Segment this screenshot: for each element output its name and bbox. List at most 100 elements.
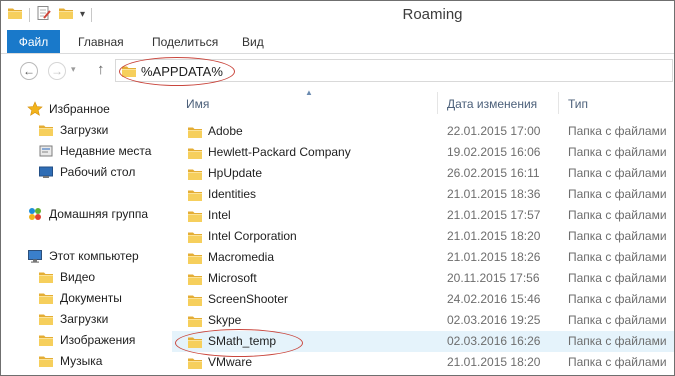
nav-videos-label: Видео xyxy=(60,270,96,284)
documents-folder-icon xyxy=(38,290,54,306)
file-row[interactable]: Intel Corporation 21.01.2015 18:20 Папка… xyxy=(172,226,674,247)
file-type: Папка с файлами xyxy=(568,124,667,138)
nav-desktop[interactable]: Рабочий стол xyxy=(38,162,135,182)
file-name: Microsoft xyxy=(208,271,257,285)
file-name: Intel Corporation xyxy=(208,229,297,243)
file-type: Папка с файлами xyxy=(568,187,667,201)
music-folder-icon xyxy=(38,353,54,369)
nav-videos[interactable]: Видео xyxy=(38,267,95,287)
folder-icon xyxy=(187,187,203,203)
file-row[interactable]: Hewlett-Packard Company 19.02.2015 16:06… xyxy=(172,142,674,163)
nav-documents-label: Документы xyxy=(60,291,122,305)
folder-icon xyxy=(187,124,203,140)
file-date: 22.01.2015 17:00 xyxy=(447,124,541,138)
nav-music[interactable]: Музыка xyxy=(38,351,102,371)
downloads-folder-icon xyxy=(38,122,54,138)
file-date: 21.01.2015 18:26 xyxy=(447,250,541,264)
videos-folder-icon xyxy=(38,269,54,285)
address-input[interactable]: %APPDATA% xyxy=(141,64,223,79)
file-type: Папка с файлами xyxy=(568,313,667,327)
window-title: Roaming xyxy=(402,6,463,23)
file-date: 26.02.2015 16:11 xyxy=(447,166,540,180)
up-button[interactable]: ↑ xyxy=(97,61,105,78)
file-type: Папка с файлами xyxy=(568,250,667,264)
downloads-folder-icon xyxy=(38,311,54,327)
file-name: Identities xyxy=(208,187,257,201)
tab-view[interactable]: Вид xyxy=(242,35,264,49)
file-name: Macromedia xyxy=(208,250,275,264)
folder-icon xyxy=(187,229,203,245)
file-name: ScreenShooter xyxy=(208,292,289,306)
folder-icon xyxy=(187,355,203,371)
tab-home[interactable]: Главная xyxy=(78,35,124,49)
file-row[interactable]: VMware 21.01.2015 18:20 Папка с файлами xyxy=(172,352,674,373)
file-row[interactable]: Identities 21.01.2015 18:36 Папка с файл… xyxy=(172,184,674,205)
file-name: SMath_temp xyxy=(208,334,277,348)
file-type: Папка с файлами xyxy=(568,292,667,306)
file-row[interactable]: HpUpdate 26.02.2015 16:11 Папка с файлам… xyxy=(172,163,674,184)
nav-favorites-label: Избранное xyxy=(49,102,110,116)
file-date: 21.01.2015 18:20 xyxy=(447,229,541,243)
file-date: 21.01.2015 18:36 xyxy=(447,187,541,201)
folder-icon xyxy=(187,292,203,308)
file-name: VMware xyxy=(208,355,253,369)
file-row[interactable]: Skype 02.03.2016 19:25 Папка с файлами xyxy=(172,310,674,331)
column-header-date[interactable]: Дата изменения xyxy=(447,97,537,111)
nav-pc-downloads[interactable]: Загрузки xyxy=(38,309,108,329)
column-header-type[interactable]: Тип xyxy=(568,97,588,111)
file-row[interactable]: Adobe 22.01.2015 17:00 Папка с файлами xyxy=(172,121,674,142)
folder-icon xyxy=(187,145,203,161)
ribbon-tabs: Файл Главная Поделиться Вид xyxy=(1,27,674,54)
file-row[interactable]: ScreenShooter 24.02.2016 15:46 Папка с ф… xyxy=(172,289,674,310)
column-divider[interactable] xyxy=(558,92,559,114)
address-bar[interactable]: %APPDATA% xyxy=(115,59,673,82)
file-date: 24.02.2016 15:46 xyxy=(447,292,541,306)
tab-share[interactable]: Поделиться xyxy=(152,35,218,49)
folder-icon xyxy=(187,166,203,182)
back-button[interactable]: ← xyxy=(20,62,38,80)
computer-icon xyxy=(27,248,43,264)
nav-recent-places-label: Недавние места xyxy=(60,144,152,158)
nav-this-pc-label: Этот компьютер xyxy=(49,249,139,263)
file-date: 02.03.2016 19:25 xyxy=(447,313,541,327)
recent-locations-icon[interactable]: ▾ xyxy=(71,64,76,75)
nav-pc-downloads-label: Загрузки xyxy=(60,312,109,326)
file-type: Папка с файлами xyxy=(568,355,667,369)
forward-button[interactable]: → xyxy=(48,62,66,80)
folder-icon xyxy=(187,208,203,224)
file-name: HpUpdate xyxy=(208,166,263,180)
column-divider[interactable] xyxy=(437,92,438,114)
file-row[interactable]: Microsoft 20.11.2015 17:56 Папка с файла… xyxy=(172,268,674,289)
file-type: Папка с файлами xyxy=(568,145,667,159)
file-row[interactable]: Macromedia 21.01.2015 18:26 Папка с файл… xyxy=(172,247,674,268)
folder-icon xyxy=(121,63,137,79)
column-header-name[interactable]: Имя xyxy=(186,97,209,111)
homegroup-icon xyxy=(27,206,43,222)
file-date: 19.02.2015 16:06 xyxy=(447,145,541,159)
folder-icon xyxy=(187,250,203,266)
file-date: 21.01.2015 17:57 xyxy=(447,208,541,222)
nav-homegroup[interactable]: Домашняя группа xyxy=(27,204,148,224)
tab-file[interactable]: Файл xyxy=(7,30,60,53)
file-type: Папка с файлами xyxy=(568,271,667,285)
folder-icon xyxy=(187,271,203,287)
file-type: Папка с файлами xyxy=(568,208,667,222)
file-type: Папка с файлами xyxy=(568,334,667,348)
recent-places-icon xyxy=(38,143,54,159)
file-date: 20.11.2015 17:56 xyxy=(447,271,540,285)
nav-this-pc[interactable]: Этот компьютер xyxy=(27,246,139,266)
nav-pictures[interactable]: Изображения xyxy=(38,330,135,350)
file-row-hovered[interactable]: SMath_temp 02.03.2016 16:26 Папка с файл… xyxy=(172,331,674,352)
nav-favorites[interactable]: Избранное xyxy=(27,99,110,119)
nav-downloads[interactable]: Загрузки xyxy=(38,120,108,140)
title-bar: ▾ Roaming xyxy=(1,1,674,27)
file-name: Intel xyxy=(208,208,231,222)
folder-icon xyxy=(187,334,203,350)
nav-recent-places[interactable]: Недавние места xyxy=(38,141,151,161)
file-list: ▲ Имя Дата изменения Тип Adobe 22.01.201… xyxy=(172,88,674,375)
file-row[interactable]: Intel 21.01.2015 17:57 Папка с файлами xyxy=(172,205,674,226)
nav-documents[interactable]: Документы xyxy=(38,288,122,308)
pictures-folder-icon xyxy=(38,332,54,348)
file-type: Папка с файлами xyxy=(568,166,667,180)
nav-homegroup-label: Домашняя группа xyxy=(49,207,149,221)
